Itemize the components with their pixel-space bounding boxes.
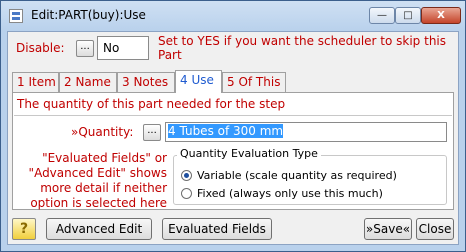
fixed-option[interactable]: Fixed (always only use this much) xyxy=(181,187,383,200)
help-icon[interactable]: ? xyxy=(12,218,36,240)
group-title: Quantity Evaluation Type xyxy=(177,147,321,160)
quantity-value: 4 Tubes of 300 mm xyxy=(168,124,284,138)
quantity-field[interactable]: 4 Tubes of 300 mm xyxy=(165,122,447,142)
radio-unselected-icon[interactable] xyxy=(181,188,192,199)
maximize-button[interactable]: □ xyxy=(395,7,421,24)
dialog-client: Disable: ... Set to YES if you want the … xyxy=(7,31,459,245)
disable-picker-button[interactable]: ... xyxy=(76,40,94,57)
minimize-button[interactable]: — xyxy=(369,7,395,24)
window-title: Edit:PART(buy):Use xyxy=(31,8,146,22)
quantity-label: »Quantity: xyxy=(71,125,134,139)
close-window-button[interactable]: X xyxy=(421,7,461,24)
save-button[interactable]: »Save« xyxy=(364,218,412,240)
edit-part-window: Edit:PART(buy):Use — □ X Disable: ... Se… xyxy=(0,0,466,252)
title-bar[interactable]: Edit:PART(buy):Use — □ X xyxy=(1,1,465,31)
variable-option[interactable]: Variable (scale quantity as required) xyxy=(181,169,397,182)
radio-selected-icon[interactable] xyxy=(181,170,192,181)
app-window-icon xyxy=(9,9,23,23)
quantity-picker-button[interactable]: ... xyxy=(143,124,161,141)
tab-of-this[interactable]: 5 Of This xyxy=(222,72,286,92)
evaluated-fields-note: "Evaluated Fields" or "Advanced Edit" sh… xyxy=(28,151,167,210)
tab-item[interactable]: 1 Item xyxy=(12,72,59,92)
disable-field[interactable] xyxy=(97,36,149,60)
button-bar: ? Advanced Edit Evaluated Fields »Save« … xyxy=(12,214,454,242)
tab-name[interactable]: 2 Name xyxy=(59,72,117,92)
quantity-description: The quantity of this part needed for the… xyxy=(17,97,286,111)
close-button[interactable]: Close xyxy=(416,218,454,240)
disable-hint: Set to YES if you want the scheduler to … xyxy=(158,34,447,62)
variable-option-label: Variable (scale quantity as required) xyxy=(197,169,397,182)
disable-label: Disable: xyxy=(16,41,65,55)
advanced-edit-button[interactable]: Advanced Edit xyxy=(46,218,152,240)
divider xyxy=(14,115,452,116)
use-tab-panel: The quantity of this part needed for the… xyxy=(12,92,454,210)
tab-notes[interactable]: 3 Notes xyxy=(117,72,175,92)
tab-use[interactable]: 4 Use xyxy=(175,70,222,93)
evaluated-fields-button[interactable]: Evaluated Fields xyxy=(162,218,272,240)
fixed-option-label: Fixed (always only use this much) xyxy=(197,187,383,200)
